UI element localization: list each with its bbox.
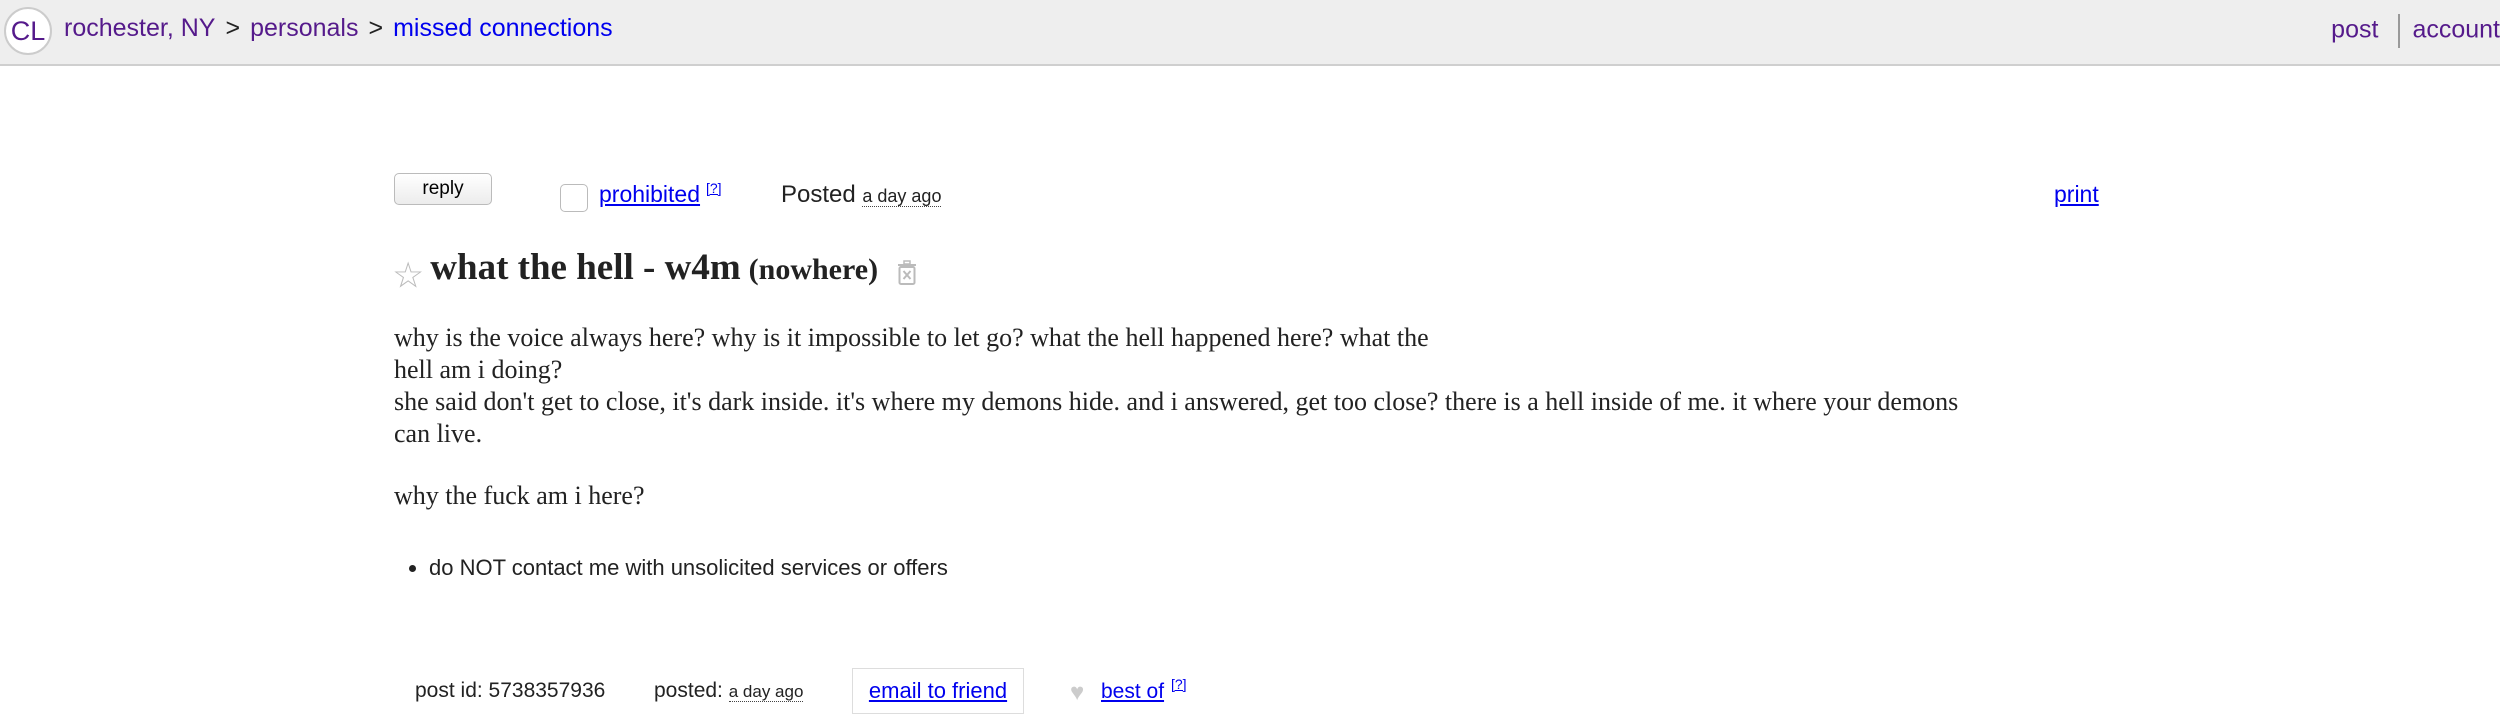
best-of-link[interactable]: best of: [1101, 680, 1164, 704]
prohibited-help-link[interactable]: [?]: [706, 180, 722, 196]
post-id: post id: 5738357936: [415, 679, 606, 702]
breadcrumb-missed-connections[interactable]: missed connections: [393, 14, 613, 42]
body-line: can live.: [394, 419, 483, 448]
posting-body: why is the voice always here? why is it …: [394, 322, 2094, 512]
user-links: post account: [2331, 14, 2500, 48]
flag-checkbox[interactable]: [560, 184, 588, 212]
divider: [2398, 14, 2401, 48]
breadcrumb-city[interactable]: rochester, NY: [64, 14, 215, 42]
reply-button[interactable]: reply: [394, 173, 492, 205]
body-line: hell am i doing?: [394, 355, 563, 384]
posting-title-text: what the hell - w4m: [430, 247, 741, 288]
craigslist-logo[interactable]: CL: [4, 7, 52, 55]
posted-label: Posted: [781, 181, 856, 208]
posting-footer: post id: 5738357936 posted: a day ago em…: [0, 668, 2500, 714]
print-link[interactable]: print: [2054, 181, 2099, 208]
body-line: why is the voice always here? why is it …: [394, 323, 1429, 352]
posting-location: (nowhere): [748, 253, 879, 286]
prohibited-link[interactable]: prohibited: [599, 181, 700, 208]
breadcrumb-separator: >: [225, 14, 241, 42]
breadcrumb-separator: >: [368, 14, 384, 42]
notices-list: do NOT contact me with unsolicited servi…: [394, 553, 948, 583]
footer-posted: posted: a day ago: [654, 679, 804, 703]
star-icon[interactable]: ☆: [392, 255, 424, 295]
email-to-friend-button[interactable]: email to friend: [852, 668, 1024, 714]
notice-item: do NOT contact me with unsolicited servi…: [429, 553, 948, 583]
best-of-help-link[interactable]: [?]: [1171, 676, 1187, 692]
top-bar: CL rochester, NY > personals > missed connec…: [0, 0, 2500, 66]
trash-icon[interactable]: [896, 260, 918, 291]
body-line: she said don't get to close, it's dark i…: [394, 387, 1959, 416]
posting-title: ☆ what the hell - w4m (nowhere): [392, 246, 918, 296]
account-link[interactable]: account: [2412, 16, 2500, 44]
breadcrumb-personals[interactable]: personals: [250, 14, 358, 42]
footer-posted-label: posted:: [654, 679, 723, 702]
footer-posted-time: a day ago: [728, 682, 804, 702]
breadcrumb: rochester, NY > personals > missed connectio…: [64, 14, 613, 43]
post-link[interactable]: post: [2331, 16, 2378, 44]
body-line: why the fuck am i here?: [394, 481, 645, 510]
heart-icon[interactable]: ♥: [1070, 679, 1084, 707]
posted-time: a day ago: [862, 186, 942, 207]
posted-date: Posted a day ago: [781, 181, 942, 209]
